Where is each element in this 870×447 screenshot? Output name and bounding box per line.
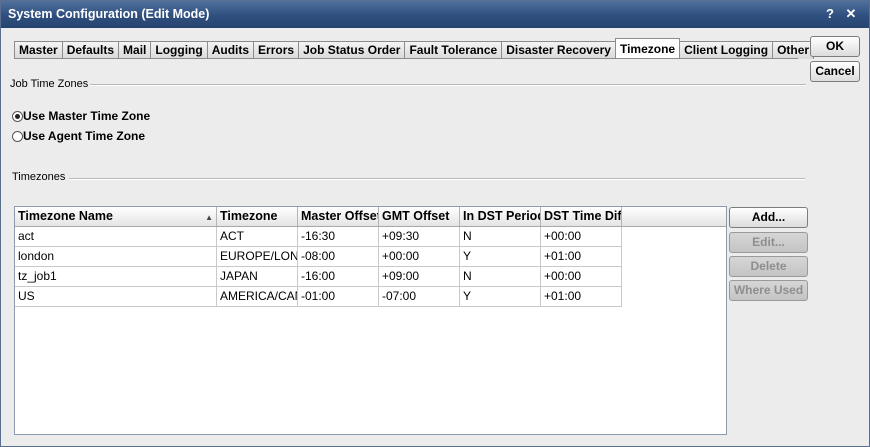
tab-timezone[interactable]: Timezone — [614, 38, 681, 59]
cell-in-dst-period: Y — [460, 247, 541, 267]
cell-in-dst-period: N — [460, 227, 541, 247]
cell-timezone-name: US — [15, 287, 217, 307]
where-used-button[interactable]: Where Used — [729, 280, 808, 301]
tab-job-status-order[interactable]: Job Status Order — [298, 41, 405, 59]
cell-master-offset: -16:00 — [298, 267, 379, 287]
tab-defaults[interactable]: Defaults — [61, 41, 119, 59]
tab-client-logging[interactable]: Client Logging — [680, 41, 773, 59]
add-button[interactable]: Add... — [729, 207, 808, 228]
cell-dst-time-diff: +01:00 — [541, 247, 622, 267]
table-row[interactable]: US AMERICA/CANADA -01:00 -07:00 Y +01:00 — [15, 287, 726, 307]
tab-master[interactable]: Master — [14, 41, 62, 59]
tab-audits[interactable]: Audits — [206, 41, 254, 59]
title-bar[interactable]: System Configuration (Edit Mode) ? ✕ — [1, 1, 869, 28]
cell-in-dst-period: Y — [460, 287, 541, 307]
table-row[interactable]: london EUROPE/LONDON -08:00 +00:00 Y +01… — [15, 247, 726, 267]
cell-master-offset: -16:30 — [298, 227, 379, 247]
cell-master-offset: -08:00 — [298, 247, 379, 267]
column-header-gmt-offset[interactable]: GMT Offset — [379, 207, 460, 226]
job-time-zones-label: Job Time Zones — [10, 78, 89, 90]
cell-dst-time-diff: +00:00 — [541, 267, 622, 287]
cell-timezone: ACT — [217, 227, 298, 247]
job-time-zones-divider — [90, 84, 806, 86]
cell-timezone-name: tz_job1 — [15, 267, 217, 287]
tab-logging[interactable]: Logging — [150, 41, 207, 59]
cell-dst-time-diff: +00:00 — [541, 227, 622, 247]
cancel-button[interactable]: Cancel — [810, 61, 860, 82]
window-title: System Configuration (Edit Mode) — [8, 7, 210, 21]
column-header-master-offset[interactable]: Master Offset — [298, 207, 379, 226]
ok-button[interactable]: OK — [810, 36, 860, 57]
system-configuration-window: System Configuration (Edit Mode) ? ✕ Mas… — [0, 0, 870, 447]
tab-other[interactable]: Other — [772, 41, 815, 59]
edit-button[interactable]: Edit... — [729, 232, 808, 253]
cell-gmt-offset: +00:00 — [379, 247, 460, 267]
table-header: Timezone Name ▲ Timezone Master Offset G… — [15, 207, 726, 227]
table-row[interactable]: tz_job1 JAPAN -16:00 +09:00 N +00:00 — [15, 267, 726, 287]
cell-timezone-name: london — [15, 247, 217, 267]
table-row[interactable]: act ACT -16:30 +09:30 N +00:00 — [15, 227, 726, 247]
column-header-in-dst-period[interactable]: In DST Period — [460, 207, 541, 226]
use-master-time-zone-option[interactable]: Use Master Time Zone — [12, 109, 150, 123]
timezones-table[interactable]: Timezone Name ▲ Timezone Master Offset G… — [14, 206, 727, 435]
timezones-label: Timezones — [12, 171, 66, 183]
cell-master-offset: -01:00 — [298, 287, 379, 307]
cell-timezone-name: act — [15, 227, 217, 247]
help-icon[interactable]: ? — [822, 6, 838, 22]
tab-fault-tolerance[interactable]: Fault Tolerance — [404, 41, 502, 59]
cell-gmt-offset: +09:30 — [379, 227, 460, 247]
radio-checked-icon[interactable] — [12, 110, 23, 122]
radio-label: Use Agent Time Zone — [23, 129, 146, 143]
cell-dst-time-diff: +01:00 — [541, 287, 622, 307]
cell-timezone: EUROPE/LONDON — [217, 247, 298, 267]
column-header-dst-time-diff[interactable]: DST Time Diff — [541, 207, 622, 226]
delete-button[interactable]: Delete — [729, 256, 808, 277]
radio-unchecked-icon[interactable] — [12, 130, 23, 142]
sort-ascending-icon: ▲ — [205, 213, 213, 222]
cell-gmt-offset: +09:00 — [379, 267, 460, 287]
tab-panel-border — [14, 58, 798, 59]
column-header-timezone-name[interactable]: Timezone Name ▲ — [15, 207, 217, 226]
tab-disaster-recovery[interactable]: Disaster Recovery — [501, 41, 615, 59]
column-header-timezone[interactable]: Timezone — [217, 207, 298, 226]
timezones-divider — [69, 178, 805, 180]
cell-timezone: JAPAN — [217, 267, 298, 287]
cell-timezone: AMERICA/CANADA — [217, 287, 298, 307]
close-icon[interactable]: ✕ — [843, 6, 859, 22]
tab-mail[interactable]: Mail — [118, 41, 151, 59]
cell-gmt-offset: -07:00 — [379, 287, 460, 307]
radio-label: Use Master Time Zone — [23, 109, 151, 123]
tab-errors[interactable]: Errors — [253, 41, 299, 59]
cell-in-dst-period: N — [460, 267, 541, 287]
tab-strip: Master Defaults Mail Logging Audits Erro… — [14, 38, 815, 59]
use-agent-time-zone-option[interactable]: Use Agent Time Zone — [12, 129, 145, 143]
